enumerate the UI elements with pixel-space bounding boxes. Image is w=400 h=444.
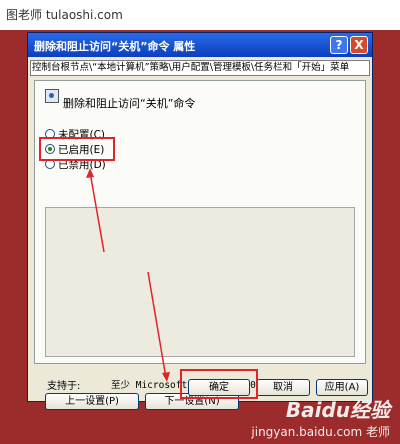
- policy-name: 删除和阻止访问“关机”命令: [63, 97, 196, 110]
- enabled-highlight-box: [39, 137, 115, 161]
- site-header: 图老师 tulaoshi.com: [0, 0, 400, 30]
- previous-setting-button[interactable]: 上一设置(P): [45, 393, 139, 410]
- baidu-watermark: Baidu经验 jingyan.baidu.com 老师: [251, 394, 390, 440]
- baidu-url: jingyan.baidu.com 老师: [251, 423, 390, 440]
- supported-on: 支持于: 至少 Microsoft Windows 2000: [47, 377, 262, 392]
- title-bar: 删除和阻止访问“关机”命令 属性 ? X: [28, 33, 372, 57]
- dialog-title: 删除和阻止访问“关机”命令 属性: [34, 40, 196, 53]
- policy-properties-dialog: 删除和阻止访问“关机”命令 属性 ? X 控制台根节点\“本地计算机”策略\用户…: [27, 32, 373, 410]
- explanation-textbox[interactable]: [45, 207, 355, 357]
- supported-label: 支持于:: [47, 381, 81, 392]
- corner-watermark: 老师: [365, 425, 390, 439]
- baidu-url-text: jingyan.baidu.com: [251, 425, 363, 439]
- settings-panel: 删除和阻止访问“关机”命令 未配置(C) 已启用(E) 已禁用(D) 支持于: …: [34, 80, 366, 410]
- baidu-brand: Baidu经验: [285, 398, 390, 422]
- close-button[interactable]: X: [350, 36, 368, 54]
- site-watermark: 图老师 tulaoshi.com: [6, 8, 123, 22]
- help-button[interactable]: ?: [330, 36, 348, 54]
- policy-path: 控制台根节点\“本地计算机”策略\用户配置\管理模板\任务栏和「开始」菜单: [30, 60, 370, 76]
- ok-highlight-box: [180, 369, 258, 399]
- policy-icon: [45, 89, 59, 103]
